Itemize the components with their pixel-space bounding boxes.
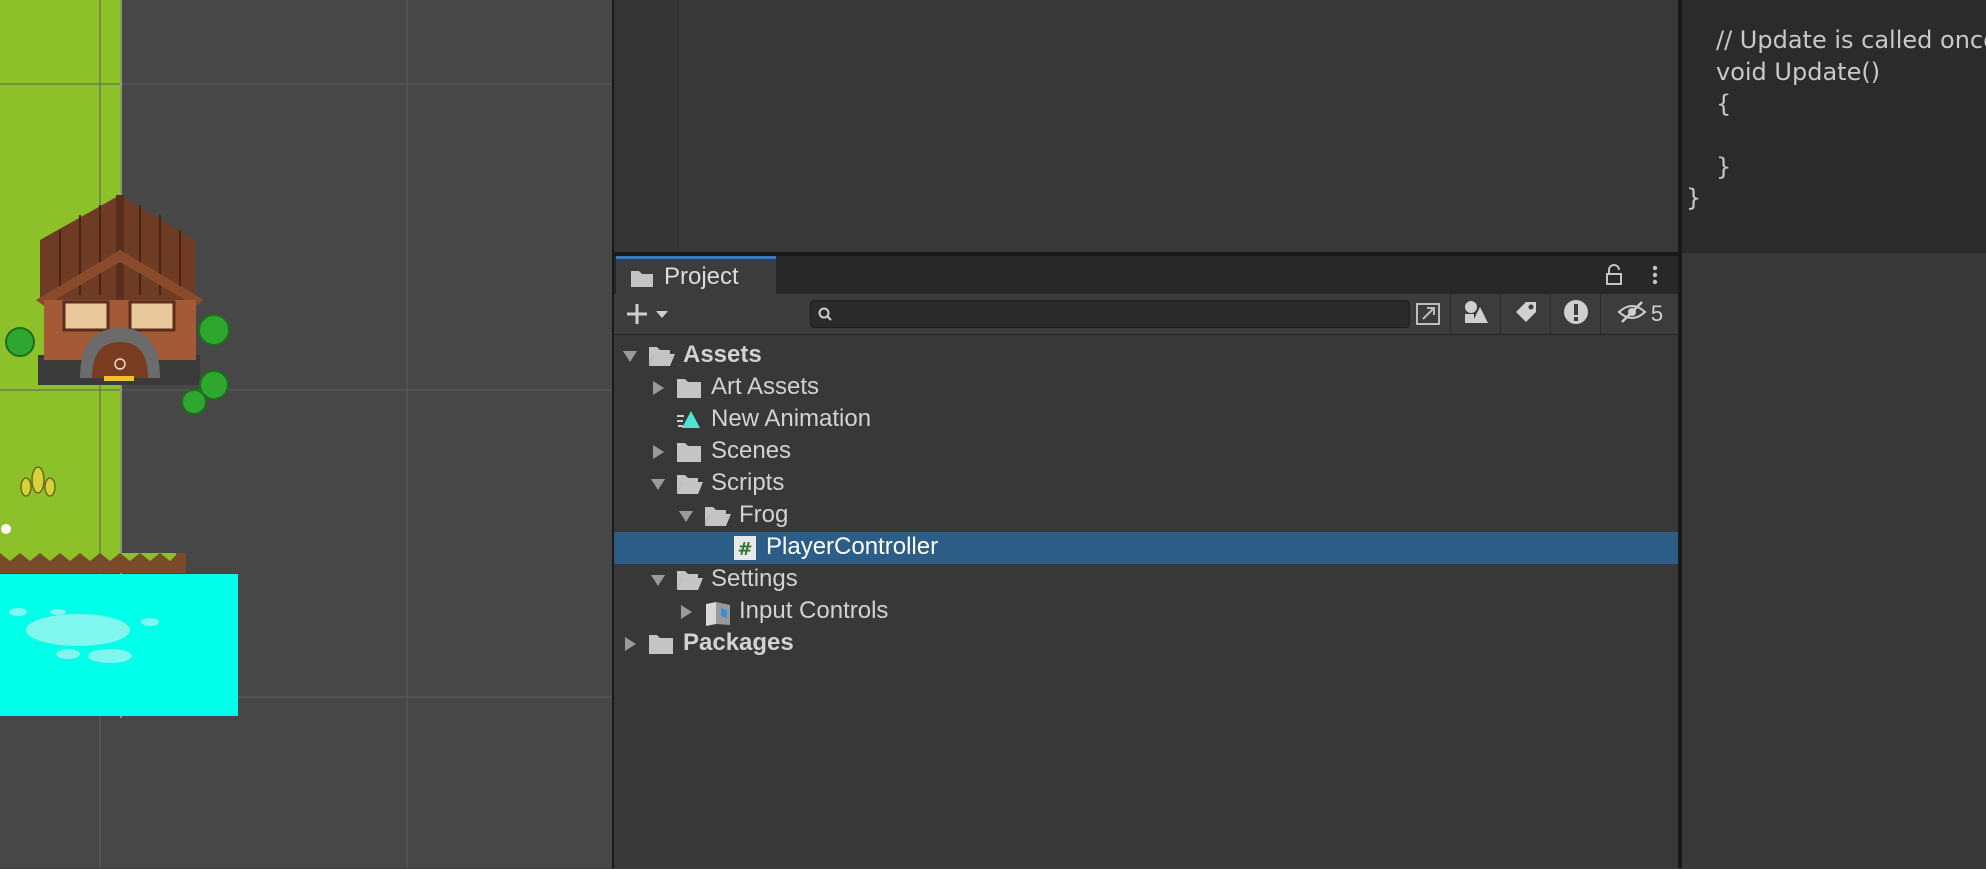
code-line: // Update is called once per frame [1716, 26, 1986, 54]
animation-clip-icon [676, 408, 702, 432]
eye-slash-icon [1617, 300, 1647, 329]
code-editor[interactable]: // Update is called once per frame void … [1682, 0, 1986, 252]
tab-project[interactable]: Project [616, 256, 776, 294]
input-actions-icon [704, 600, 730, 626]
warning-icon [1562, 298, 1590, 331]
code-line: } [1716, 153, 1732, 181]
hidden-packages-count: 5 [1650, 301, 1664, 326]
expand-arrow-icon[interactable] [650, 572, 666, 588]
filter-log-type-button[interactable] [1550, 294, 1601, 334]
upper-panel-gutter [614, 0, 679, 252]
tree-item-label: Input Controls [739, 597, 889, 624]
filter-by-type-button[interactable] [1450, 294, 1501, 334]
folder-icon [676, 440, 702, 464]
tree-item-playercontroller[interactable]: # PlayerController [614, 532, 1678, 564]
tree-item-input-controls[interactable]: Input Controls [614, 596, 1678, 628]
csharp-script-icon: # [733, 535, 759, 560]
code-line: } [1686, 184, 1702, 212]
tree-item-label: Art Assets [711, 373, 820, 400]
tree-item-scripts[interactable]: Scripts [614, 468, 1678, 500]
water-tile-area [0, 574, 238, 716]
search-icon [817, 305, 833, 328]
collapsed-arrow-icon[interactable] [678, 604, 694, 620]
more-options-icon[interactable] [1650, 264, 1660, 291]
upper-panel [614, 0, 1678, 252]
tree-item-label: Scenes [711, 437, 792, 464]
tree-item-settings[interactable]: Settings [614, 564, 1678, 596]
folder-open-icon [676, 568, 703, 592]
tree-item-packages[interactable]: Packages [614, 628, 1678, 660]
tag-icon [1513, 299, 1539, 330]
pivot-handle-icon [1, 524, 11, 534]
folder-icon [630, 268, 654, 293]
folder-icon [676, 376, 702, 400]
code-panel-empty-area [1682, 252, 1986, 869]
project-tree: Assets Art Assets New Animation Scenes S… [614, 340, 1678, 868]
collapsed-arrow-icon[interactable] [622, 636, 638, 652]
folder-open-icon [648, 344, 675, 368]
create-button[interactable] [626, 302, 672, 331]
tree-item-scenes[interactable]: Scenes [614, 436, 1678, 468]
tree-item-label: New Animation [711, 405, 872, 432]
tree-item-art-assets[interactable]: Art Assets [614, 372, 1678, 404]
filter-by-label-button[interactable] [1500, 294, 1551, 334]
expand-arrow-icon[interactable] [650, 476, 666, 492]
search-input[interactable] [810, 300, 1410, 328]
tab-label: Project [664, 263, 739, 290]
tree-item-label: Frog [739, 501, 789, 528]
tree-item-assets[interactable]: Assets [614, 340, 1678, 372]
tree-item-label: Packages [683, 629, 794, 656]
tree-item-new-animation[interactable]: New Animation [614, 404, 1678, 436]
project-window: Project 5 Assets Art Assets New Animatio… [614, 256, 1678, 868]
expand-arrow-icon[interactable] [622, 348, 638, 364]
scene-canvas[interactable] [0, 0, 612, 868]
tree-item-label: Assets [683, 341, 762, 368]
svg-text:#: # [737, 539, 752, 560]
folder-open-icon [704, 504, 731, 528]
code-line: { [1716, 90, 1732, 118]
code-line: void Update() [1716, 58, 1881, 86]
hidden-packages-toggle[interactable]: 5 [1600, 294, 1679, 334]
folder-open-icon [676, 472, 703, 496]
project-toolbar: 5 [614, 294, 1678, 335]
tree-item-label: PlayerController [766, 533, 939, 560]
tree-item-label: Settings [711, 565, 798, 592]
scene-view[interactable] [0, 0, 612, 868]
lock-icon[interactable] [1604, 264, 1624, 291]
search-by-type-icon[interactable] [1414, 301, 1442, 332]
collapsed-arrow-icon[interactable] [650, 380, 666, 396]
folder-icon [648, 632, 674, 656]
tree-item-frog[interactable]: Frog [614, 500, 1678, 532]
collapsed-arrow-icon[interactable] [650, 444, 666, 460]
project-tab-bar: Project [614, 256, 1678, 294]
expand-arrow-icon[interactable] [678, 508, 694, 524]
shapes-icon [1462, 299, 1490, 330]
tree-item-label: Scripts [711, 469, 785, 496]
